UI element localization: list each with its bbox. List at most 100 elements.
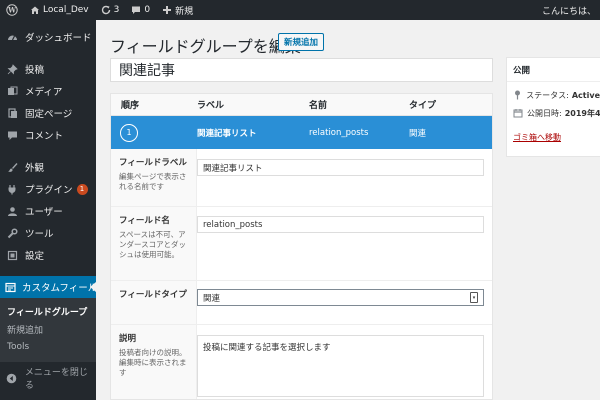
wordpress-logo[interactable]: W	[0, 0, 24, 20]
setting-description: 投稿者向けの説明。編集時に表示されます	[119, 348, 187, 377]
setting-label-cell: 説明 投稿者向けの説明。編集時に表示されます	[111, 325, 197, 399]
date-value: 2019年4月	[564, 108, 600, 118]
dashboard-icon	[5, 32, 19, 43]
site-name: Local_Dev	[43, 5, 89, 15]
status-value: Active	[571, 90, 600, 100]
setting-label-cell: フィールドタイプ	[111, 281, 197, 324]
new-content-link[interactable]: 新規	[156, 0, 199, 20]
publish-status: ステータス: Active	[507, 86, 600, 104]
field-order-cell: 1	[111, 123, 197, 142]
field-group-title-input[interactable]: 関連記事	[110, 58, 493, 82]
setting-label-cell: フィールド名 スペースは不可、アンダースコアとダッシュは使用可能。	[111, 207, 197, 280]
collapse-menu-button[interactable]: メニューを閉じる	[0, 366, 96, 391]
header-order: 順序	[121, 101, 140, 111]
comment-bubble-icon	[132, 6, 141, 14]
setting-field-description: 説明 投稿者向けの説明。編集時に表示されます 投稿に関連する記事を選択します	[111, 325, 492, 399]
admin-sidebar: ダッシュボード 投稿 メディア 固定ページ コメント 外観 プラグイン 1 ユー…	[0, 20, 96, 400]
field-row-selected[interactable]: 1 関連記事リスト relation_posts 関連	[111, 116, 492, 149]
plus-icon	[163, 6, 172, 14]
sidebar-item-label: 外観	[25, 163, 45, 174]
header-name: 名前	[309, 101, 328, 111]
sidebar-item-plugins[interactable]: プラグイン 1	[0, 178, 96, 200]
custom-fields-submenu: フィールドグループ 新規追加 Tools	[0, 298, 96, 362]
field-order-badge[interactable]: 1	[120, 123, 138, 142]
refresh-icon	[101, 5, 110, 15]
page-title: フィールドグループを編集	[110, 37, 301, 56]
setting-field-label: フィールドラベル 編集ページで表示される名前です 関連記事リスト	[111, 149, 492, 207]
wordpress-icon: W	[6, 4, 18, 16]
sidebar-item-dashboard[interactable]: ダッシュボード	[0, 26, 96, 48]
plugin-icon	[5, 184, 19, 195]
field-label-input[interactable]: 関連記事リスト	[197, 159, 484, 176]
sidebar-item-pages[interactable]: 固定ページ	[0, 102, 96, 124]
sidebar-item-label: 設定	[25, 251, 45, 262]
sidebar-item-label: ダッシュボード	[25, 33, 92, 44]
site-name-link[interactable]: Local_Dev	[24, 0, 95, 20]
comments-count: 0	[144, 5, 151, 15]
sidebar-item-users[interactable]: ユーザー	[0, 200, 96, 222]
add-new-button[interactable]: 新規追加	[278, 33, 325, 51]
user-icon	[5, 206, 19, 217]
comments-link[interactable]: 0	[125, 0, 156, 20]
new-label: 新規	[175, 6, 194, 17]
field-name-cell: relation_posts	[309, 127, 369, 138]
setting-title: フィールドタイプ	[119, 290, 187, 300]
move-to-trash-link[interactable]: ゴミ箱へ移動	[507, 132, 600, 143]
setting-label-cell: フィールドラベル 編集ページで表示される名前です	[111, 149, 197, 206]
sidebar-item-comments[interactable]: コメント	[0, 124, 96, 146]
sidebar-item-custom-fields[interactable]: カスタムフィール	[0, 276, 96, 298]
collapse-menu-label: メニューを閉じる	[24, 368, 88, 391]
sidebar-item-settings[interactable]: 設定	[0, 244, 96, 266]
sidebar-item-label: ユーザー	[25, 207, 63, 218]
pin-icon	[5, 63, 19, 75]
setting-field-type: フィールドタイプ 関連 ▾	[111, 281, 492, 325]
field-type-selected-value: 関連	[203, 293, 221, 304]
sidebar-item-label: 固定ページ	[25, 109, 73, 120]
field-description-textarea[interactable]: 投稿に関連する記事を選択します	[197, 335, 484, 397]
admin-bar: W Local_Dev 3 0 新規 こんにちは、	[0, 0, 600, 20]
publish-heading: 公開	[507, 58, 600, 82]
status-label: ステータス:	[526, 90, 569, 100]
fields-table-header: 順序 ラベル 名前 タイプ	[111, 94, 492, 116]
updates-link[interactable]: 3	[95, 0, 126, 20]
publish-metabox: 公開 ステータス: Active 公開日時: 2019年4月 ゴミ箱へ移動	[506, 57, 600, 157]
header-type: タイプ	[409, 101, 437, 111]
sidebar-item-label: メディア	[25, 87, 63, 98]
sidebar-item-label: 投稿	[25, 65, 45, 76]
setting-title: フィールドラベル	[119, 158, 187, 168]
custom-fields-icon	[5, 282, 16, 293]
updates-count: 3	[113, 5, 120, 15]
field-label-link[interactable]: 関連記事リスト	[197, 127, 309, 139]
submenu-field-groups[interactable]: フィールドグループ	[0, 302, 96, 320]
publish-date: 公開日時: 2019年4月	[507, 104, 600, 122]
sidebar-item-label: プラグイン	[25, 185, 73, 196]
setting-description: スペースは不可、アンダースコアとダッシュは使用可能。	[119, 230, 186, 259]
setting-title: 説明	[119, 334, 137, 344]
collapse-arrow-icon	[5, 373, 19, 384]
submenu-add-new[interactable]: 新規追加	[0, 320, 96, 338]
svg-text:W: W	[7, 6, 16, 15]
sidebar-item-label: カスタムフィール	[22, 283, 96, 294]
header-label: ラベル	[197, 101, 225, 111]
plugin-update-badge: 1	[76, 183, 88, 195]
comment-icon	[5, 130, 19, 141]
brush-icon	[5, 162, 19, 173]
calendar-icon	[513, 108, 523, 118]
media-icon	[5, 86, 19, 97]
sidebar-item-appearance[interactable]: 外観	[0, 156, 96, 178]
field-settings: フィールドラベル 編集ページで表示される名前です 関連記事リスト フィールド名 …	[111, 149, 492, 399]
setting-description: 編集ページで表示される名前です	[119, 172, 187, 191]
submenu-tools[interactable]: Tools	[0, 338, 96, 356]
field-type-cell: 関連	[409, 128, 427, 139]
setting-title: フィールド名	[119, 216, 170, 226]
sidebar-item-label: ツール	[25, 229, 54, 240]
sidebar-item-posts[interactable]: 投稿	[0, 58, 96, 80]
greeting[interactable]: こんにちは、	[536, 0, 600, 20]
sidebar-item-tools[interactable]: ツール	[0, 222, 96, 244]
field-name-input[interactable]: relation_posts	[197, 216, 484, 233]
sidebar-item-label: コメント	[25, 131, 64, 142]
select-arrow-icon: ▾	[470, 292, 478, 303]
field-type-select[interactable]: 関連 ▾	[197, 289, 484, 306]
date-label: 公開日時:	[527, 108, 562, 118]
sidebar-item-media[interactable]: メディア	[0, 80, 96, 102]
